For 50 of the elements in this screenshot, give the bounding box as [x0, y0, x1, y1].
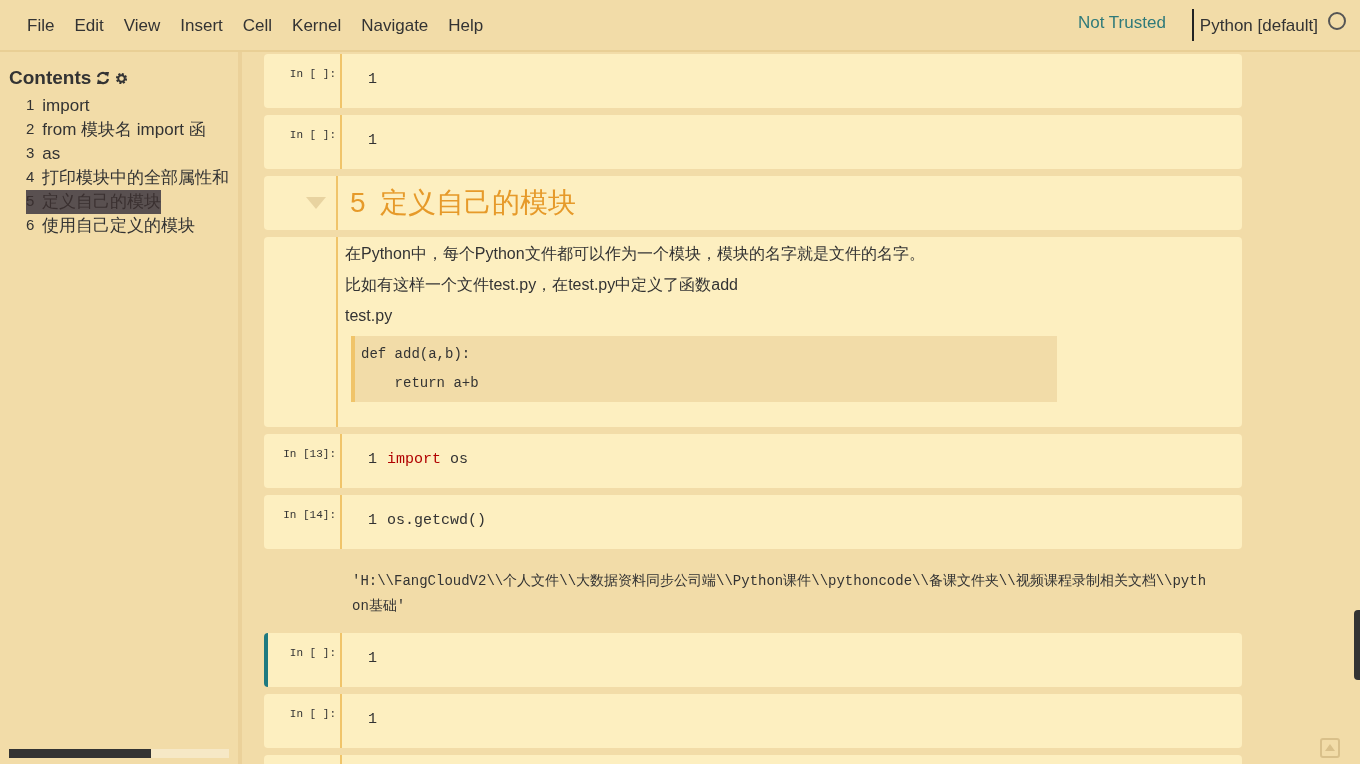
scroll-to-top-icon[interactable] [1320, 738, 1340, 758]
menu-item[interactable]: Navigate [354, 11, 436, 39]
vertical-scrollbar-thumb[interactable] [1354, 610, 1360, 680]
code-cell[interactable]: In [ ]: 1 [264, 694, 1242, 748]
menu-item[interactable]: Insert [173, 11, 230, 39]
collapse-triangle-icon[interactable] [306, 197, 326, 209]
line-number: 1 [368, 511, 377, 531]
line-number: 1 [368, 450, 377, 470]
output-text: 'H:\\FangCloudV2\\个人文件\\大数据资料同步公司端\\Python课件\\pythoncode\\备课文件夹\\视频课程录制相关文档\\python基础' [352, 572, 1208, 616]
code-cell[interactable]: In [14]: 1 os.getcwd() [264, 495, 1242, 549]
paragraph: test.py [345, 306, 394, 326]
menu-item[interactable]: Cell [235, 11, 280, 39]
cell-prompt: In [13]: [283, 448, 336, 460]
kernel-name: Python [default] [1199, 15, 1318, 38]
toc-item[interactable]: 3 as [26, 141, 61, 166]
code-cell[interactable]: In [13]: 1 import os [264, 434, 1242, 488]
menu-item[interactable]: View [116, 11, 168, 39]
code-cell[interactable]: In [ ]: 1 [264, 54, 1242, 108]
line-number: 1 [368, 649, 377, 669]
line-number: 1 [368, 131, 377, 151]
cell-prompt: In [ ]: [289, 68, 336, 80]
settings-icon[interactable] [115, 71, 129, 85]
heading-number: 5 [350, 186, 366, 220]
toc-item[interactable]: 1 import [26, 93, 90, 118]
code-line: import os [387, 450, 469, 470]
code-line: return a+b [393, 374, 480, 393]
trust-indicator[interactable]: Not Trusted [1078, 10, 1166, 36]
cell-prompt: In [ ]: [289, 647, 336, 659]
line-number: 1 [368, 710, 377, 730]
code-cell[interactable]: In [ ]: 1 [264, 633, 1242, 687]
code-line: os.getcwd() [387, 511, 487, 531]
line-number: 1 [368, 70, 377, 90]
code-line: def add(a,b): [361, 345, 472, 364]
toc-item[interactable]: 4 打印模块中的全部属性和 [26, 165, 230, 190]
cell-prompt: In [14]: [283, 509, 336, 521]
cell-prompt: In [ ]: [289, 708, 336, 720]
menu-item[interactable]: Help [441, 11, 491, 39]
menu-item[interactable]: Kernel [285, 11, 349, 39]
menu-item[interactable]: File [20, 11, 62, 39]
heading-text: 定义自己的模块 [379, 186, 576, 220]
cell-prompt: In [ ]: [289, 129, 336, 141]
paragraph: 在Python中，每个Python文件都可以作为一个模块，模块的名字就是文件的名字。 [345, 244, 926, 264]
refresh-icon[interactable] [96, 71, 111, 86]
toc-item[interactable]: 2 from 模块名 import 函 [26, 117, 206, 142]
code-cell[interactable]: In [ ]: 1 [264, 115, 1242, 169]
paragraph: 比如有这样一个文件test.py，在test.py中定义了函数add [345, 275, 739, 295]
menu-item[interactable]: Edit [67, 11, 111, 39]
toc-title: Contents [9, 66, 92, 90]
horizontal-scrollbar[interactable] [9, 749, 229, 758]
toc-item[interactable]: 6 使用自己定义的模块 [26, 213, 196, 238]
